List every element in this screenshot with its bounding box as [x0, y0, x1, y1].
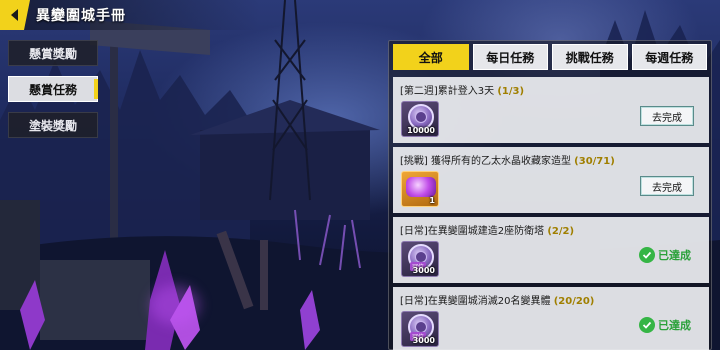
purple-glow — [150, 285, 200, 325]
page-title: 異變圍城手冊 — [36, 8, 126, 24]
header-bar: 異變圍城手冊 — [0, 0, 260, 30]
tab-label: 全部 — [418, 50, 443, 65]
task-row: [日常]在異變圍城消滅20名變異體 (20/20) 冠位 3000 已達成 — [393, 287, 709, 350]
button-label: 去完成 — [652, 112, 682, 124]
task-title-text: [第二週]累計登入3天 — [400, 86, 495, 97]
button-label: 去完成 — [652, 182, 682, 194]
reward-item[interactable]: 10000 — [401, 101, 439, 137]
tab-label: 挑戰任務 — [565, 50, 614, 65]
task-progress: (20/20) — [553, 296, 595, 307]
tab-challenge[interactable]: 挑戰任務 — [552, 44, 628, 70]
task-row: [第二週]累計登入3天 (1/3) 10000 去完成 — [393, 77, 709, 143]
reward-quantity: 3000 — [412, 336, 435, 345]
task-row: [日常]在異變圍城建造2座防衛塔 (2/2) 冠位 3000 已達成 — [393, 217, 709, 283]
ether-crystal-skin-icon — [406, 177, 436, 197]
task-progress: (30/71) — [574, 156, 615, 167]
reward-item[interactable]: 冠位 3000 — [401, 311, 439, 347]
reward-quantity: 10000 — [407, 126, 435, 135]
tab-weekly[interactable]: 每週任務 — [631, 44, 707, 70]
completed-label: 已達成 — [658, 249, 691, 262]
task-panel: 全部 每日任務 挑戰任務 每週任務 [第二週]累計登入3天 (1/3) 1000… — [388, 40, 712, 350]
side-tab-skin-rewards[interactable]: 塗裝獎勵 — [8, 112, 98, 138]
checkmark-icon — [639, 247, 655, 263]
task-progress: (2/2) — [547, 226, 575, 237]
tab-label: 每週任務 — [645, 50, 694, 65]
reward-item[interactable]: 1 — [401, 171, 439, 207]
completed-status: 已達成 — [639, 317, 691, 333]
task-title-text: [日常]在異變圍城建造2座防衛塔 — [400, 226, 545, 237]
reward-quantity: 1 — [429, 196, 435, 205]
reward-quantity: 3000 — [412, 266, 435, 275]
go-complete-button[interactable]: 去完成 — [640, 106, 694, 126]
tab-daily[interactable]: 每日任務 — [472, 44, 548, 70]
task-progress: (1/3) — [497, 86, 525, 97]
task-title: [日常]在異變圍城建造2座防衛塔 (2/2) — [400, 222, 574, 237]
task-row: [挑戰] 獲得所有的乙太水晶收藏家造型 (30/71) 1 去完成 — [393, 147, 709, 213]
tab-all[interactable]: 全部 — [393, 44, 469, 70]
task-title: [日常]在異變圍城消滅20名變異體 (20/20) — [400, 292, 594, 307]
side-tab-label: 塗裝獎勵 — [28, 118, 77, 133]
side-tab-list: 懸賞獎勵 懸賞任務 塗裝獎勵 — [8, 40, 98, 138]
side-tab-bounty-missions[interactable]: 懸賞任務 — [8, 76, 98, 102]
back-button[interactable] — [0, 0, 30, 30]
task-title-text: [挑戰] 獲得所有的乙太水晶收藏家造型 — [400, 156, 571, 167]
reward-item[interactable]: 冠位 3000 — [401, 241, 439, 277]
side-tab-label: 懸賞任務 — [28, 82, 77, 97]
filter-tab-bar: 全部 每日任務 挑戰任務 每週任務 — [389, 41, 711, 73]
tab-label: 每日任務 — [486, 50, 535, 65]
side-tab-bounty-rewards[interactable]: 懸賞獎勵 — [8, 40, 98, 66]
completed-label: 已達成 — [658, 319, 691, 332]
task-title: [挑戰] 獲得所有的乙太水晶收藏家造型 (30/71) — [400, 152, 615, 167]
back-arrow-icon — [11, 9, 18, 21]
checkmark-icon — [639, 317, 655, 333]
side-tab-label: 懸賞獎勵 — [28, 46, 77, 61]
completed-status: 已達成 — [639, 247, 691, 263]
go-complete-button[interactable]: 去完成 — [640, 176, 694, 196]
task-title: [第二週]累計登入3天 (1/3) — [400, 82, 524, 97]
task-title-text: [日常]在異變圍城消滅20名變異體 — [400, 296, 551, 307]
